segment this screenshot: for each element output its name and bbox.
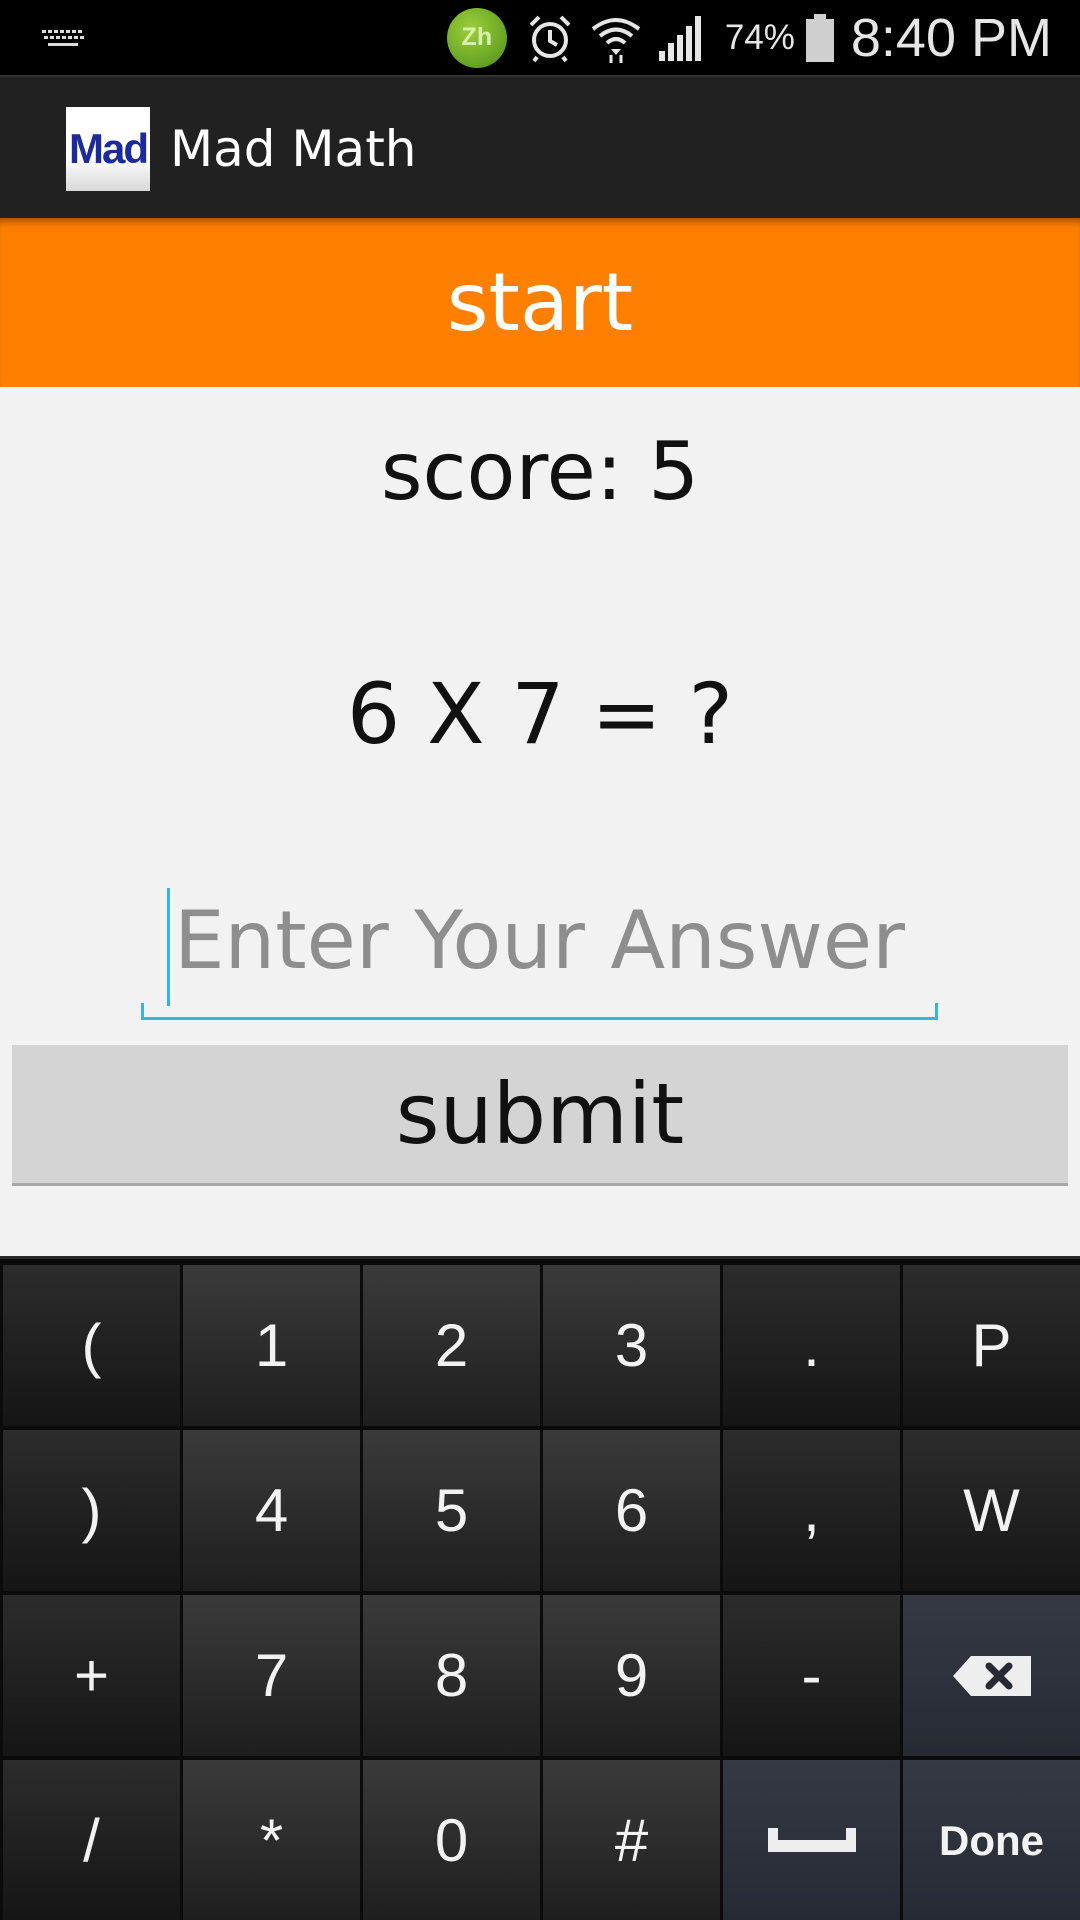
app-logo-icon[interactable]: Mad: [66, 107, 150, 191]
answer-input[interactable]: [141, 880, 938, 1000]
key-p[interactable]: P: [903, 1265, 1080, 1426]
key-asterisk[interactable]: *: [183, 1760, 360, 1920]
zh-input-icon: Zh: [446, 7, 507, 68]
space-bar-icon: [767, 1827, 856, 1852]
backspace-icon: [952, 1655, 1031, 1696]
question-label: 6 X 7 = ?: [346, 665, 734, 763]
battery-icon: [805, 13, 834, 62]
start-button[interactable]: start: [0, 218, 1080, 387]
key-comma[interactable]: ,: [723, 1430, 900, 1591]
key-0[interactable]: 0: [363, 1760, 540, 1920]
wifi-icon: [591, 17, 641, 63]
key-backspace[interactable]: [903, 1595, 1080, 1756]
app-title: Mad Math: [170, 119, 417, 178]
key-slash[interactable]: /: [3, 1760, 180, 1920]
key-7[interactable]: 7: [183, 1595, 360, 1756]
action-bar: Mad Mad Math: [0, 75, 1080, 218]
key-close-paren[interactable]: ): [3, 1430, 180, 1591]
key-2[interactable]: 2: [363, 1265, 540, 1426]
key-minus[interactable]: -: [723, 1595, 900, 1756]
key-5[interactable]: 5: [363, 1430, 540, 1591]
key-space[interactable]: [723, 1760, 900, 1920]
key-hash[interactable]: #: [543, 1760, 720, 1920]
key-4[interactable]: 4: [183, 1430, 360, 1591]
key-plus[interactable]: +: [3, 1595, 180, 1756]
clock: 8:40 PM: [850, 7, 1052, 68]
answer-field[interactable]: [141, 880, 938, 1020]
text-cursor: [167, 888, 170, 1006]
key-6[interactable]: 6: [543, 1430, 720, 1591]
key-period[interactable]: .: [723, 1265, 900, 1426]
keyboard-icon: [42, 30, 84, 46]
key-open-paren[interactable]: (: [3, 1265, 180, 1426]
alarm-icon: [529, 15, 571, 62]
screen: Zh 74% 8:40 PM Mad Mad Math start score:…: [0, 0, 1080, 1920]
numeric-keyboard: ( 1 2 3 . P ) 4 5 6 , W + 7 8 9 - / * 0 …: [0, 1256, 1080, 1920]
status-bar: Zh 74% 8:40 PM: [0, 0, 1080, 75]
signal-icon: [658, 15, 701, 61]
score-label: score: 5: [380, 425, 700, 518]
key-done[interactable]: Done: [903, 1760, 1080, 1920]
key-8[interactable]: 8: [363, 1595, 540, 1756]
battery-percent: 74%: [724, 17, 795, 57]
key-9[interactable]: 9: [543, 1595, 720, 1756]
key-w[interactable]: W: [903, 1430, 1080, 1591]
submit-button[interactable]: submit: [12, 1045, 1068, 1186]
key-3[interactable]: 3: [543, 1265, 720, 1426]
key-1[interactable]: 1: [183, 1265, 360, 1426]
